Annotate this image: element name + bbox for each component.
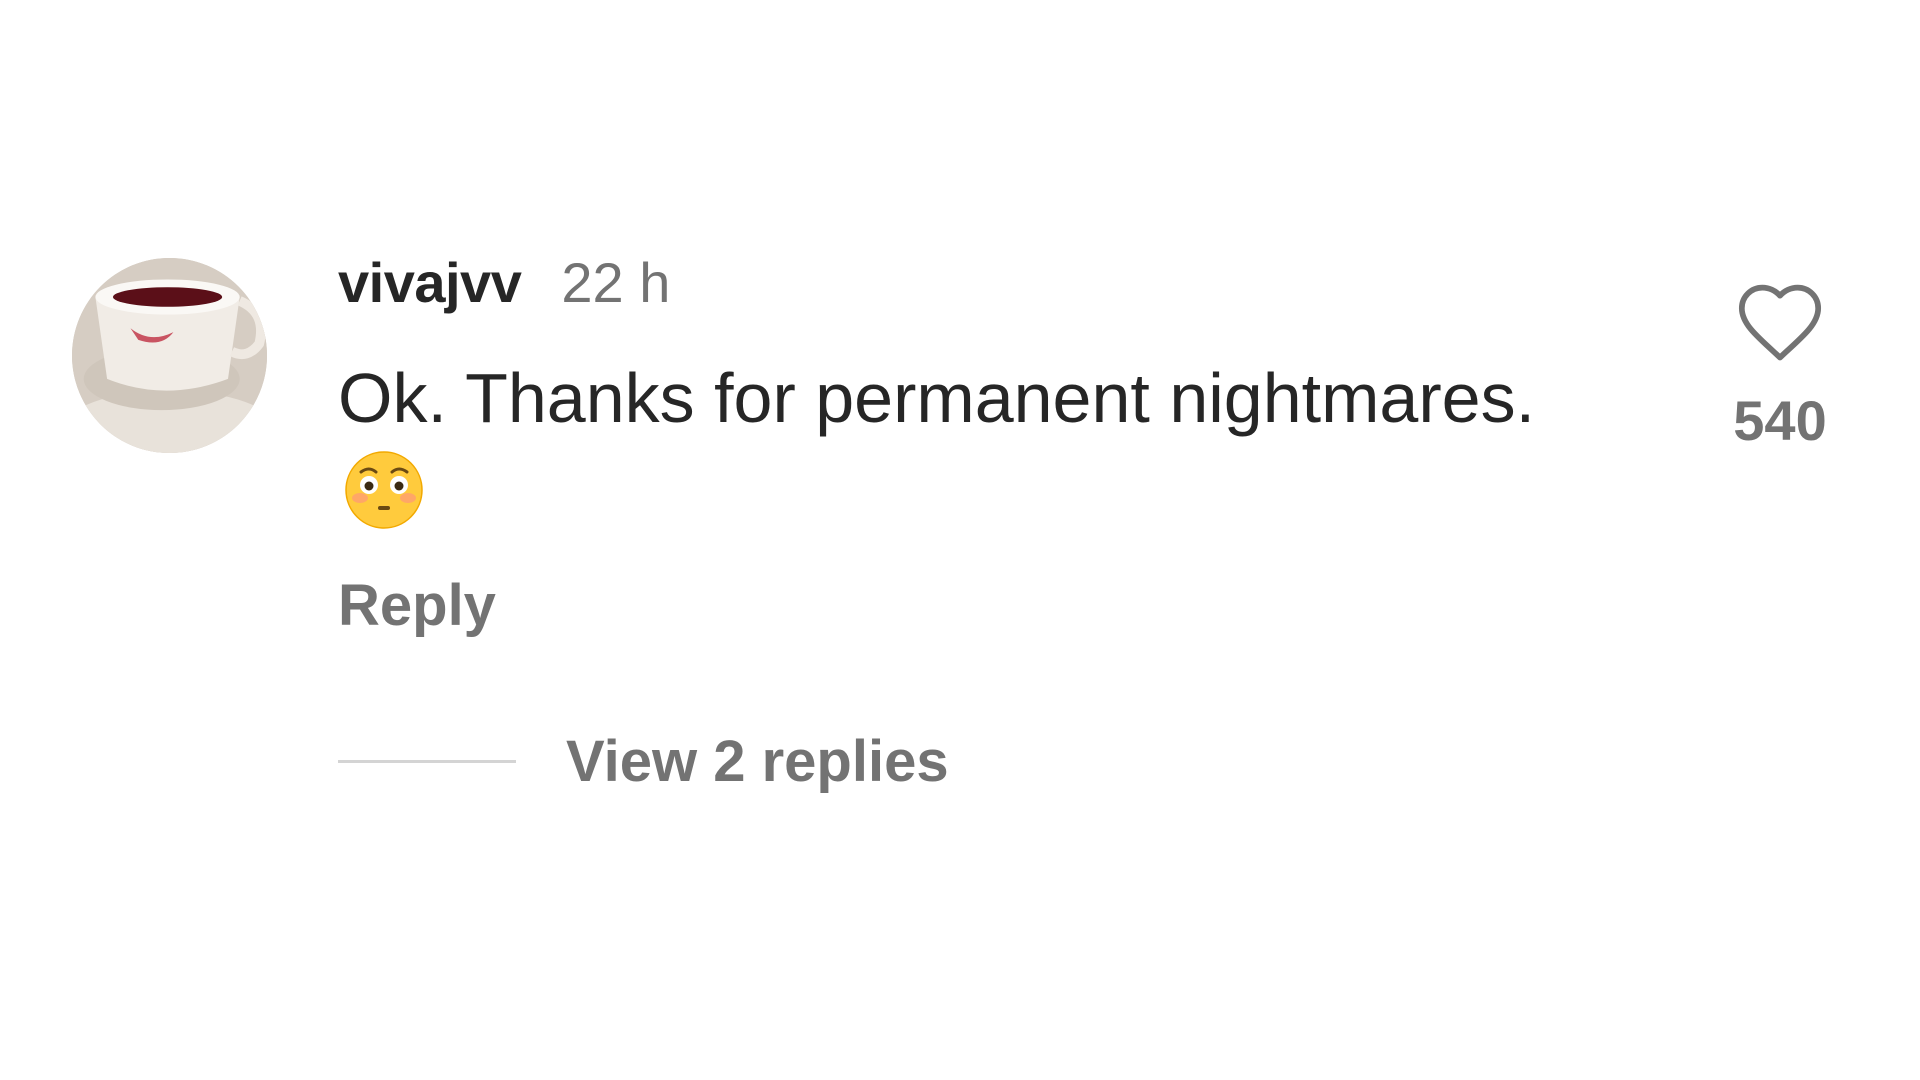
comment-timestamp: 22 h [561,251,671,314]
comment-header: vivajvv 22 h [338,250,670,320]
avatar[interactable] [72,258,267,453]
comment-item: vivajvv 22 h Ok. Thanks for permanent ni… [0,0,1920,1080]
avatar-image [72,258,267,453]
username-link[interactable]: vivajvv [338,250,522,315]
flushed-face-emoji [345,451,423,529]
reply-button[interactable]: Reply [338,572,496,639]
view-replies-row[interactable]: View 2 replies [338,728,949,795]
view-replies-button[interactable]: View 2 replies [566,728,949,795]
heart-outline-icon[interactable] [1734,280,1826,364]
like-count: 540 [1733,389,1827,452]
replies-divider [338,760,516,763]
like-column: 540 [1700,280,1860,453]
comment-text: Ok. Thanks for permanent nightmares. [338,359,1536,437]
